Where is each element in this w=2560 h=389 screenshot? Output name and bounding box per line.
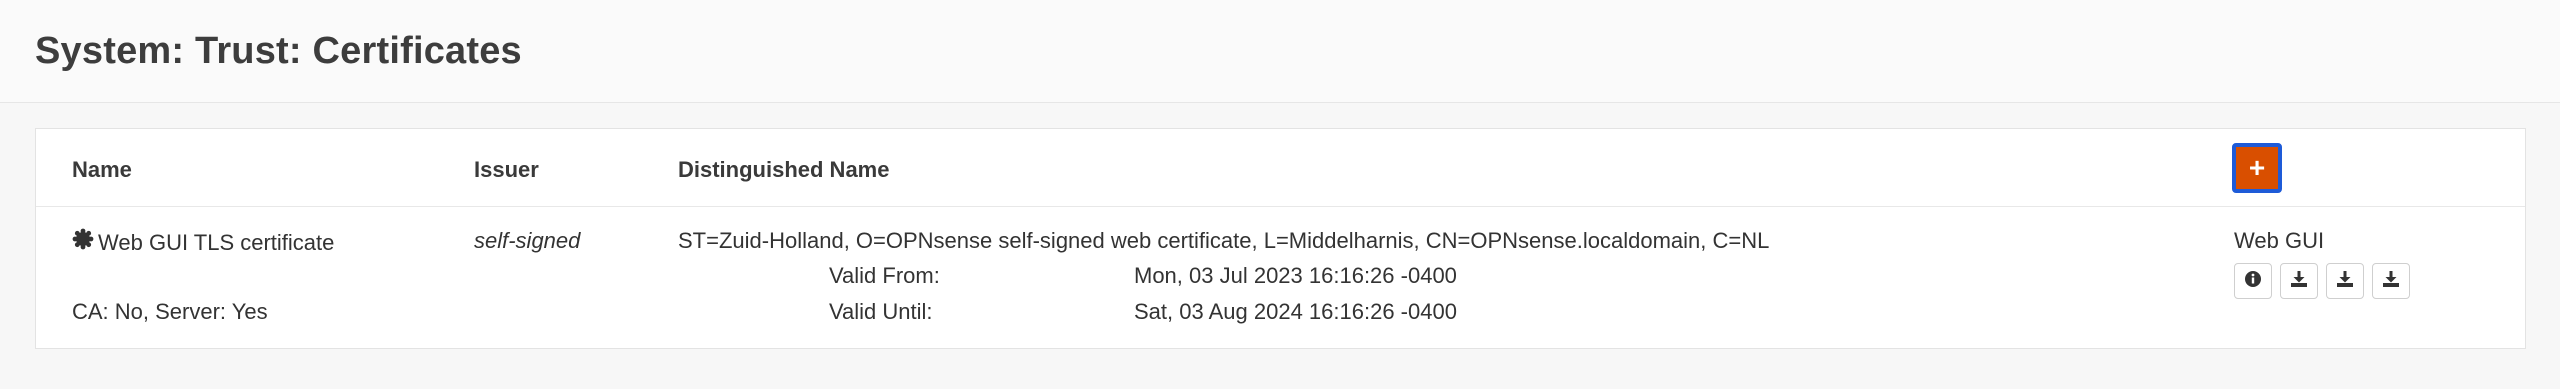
distinguished-name-cell: ST=Zuid-Holland, O=OPNsense self-signed …: [678, 228, 1770, 253]
info-button[interactable]: [2234, 263, 2272, 299]
download-icon: [2336, 270, 2354, 293]
certificate-name-cell: Web GUI TLS certificate: [72, 228, 334, 256]
page-header: System: Trust: Certificates: [0, 0, 2560, 103]
valid-from-label: Valid From:: [829, 263, 940, 288]
download-icon: [2290, 270, 2308, 293]
certificate-name: Web GUI TLS certificate: [98, 230, 335, 255]
column-header-distinguished-name: Distinguished Name: [678, 157, 890, 182]
download-certificate-button[interactable]: [2280, 263, 2318, 299]
in-use-label: Web GUI: [2234, 228, 2325, 253]
valid-until-label: Valid Until:: [829, 299, 933, 324]
column-header-name: Name: [72, 157, 132, 182]
valid-until-value: Sat, 03 Aug 2024 16:16:26 -0400: [1134, 299, 1457, 324]
valid-from-value: Mon, 03 Jul 2023 16:16:26 -0400: [1134, 263, 1457, 288]
download-p12-button[interactable]: [2372, 263, 2410, 299]
column-header-issuer: Issuer: [474, 157, 539, 182]
add-certificate-button[interactable]: +: [2232, 143, 2282, 193]
issuer-cell: self-signed: [474, 228, 581, 253]
certificate-icon: [72, 228, 94, 256]
plus-icon: +: [2248, 152, 2266, 183]
certificates-panel: Name Issuer Distinguished Name + Web GUI…: [35, 128, 2526, 349]
download-icon: [2382, 270, 2400, 293]
download-key-button[interactable]: [2326, 263, 2364, 299]
ca-server-info: CA: No, Server: Yes: [72, 299, 268, 324]
table-header-row: Name Issuer Distinguished Name +: [36, 129, 2525, 207]
info-icon: [2244, 270, 2262, 293]
page-title: System: Trust: Certificates: [35, 30, 522, 72]
